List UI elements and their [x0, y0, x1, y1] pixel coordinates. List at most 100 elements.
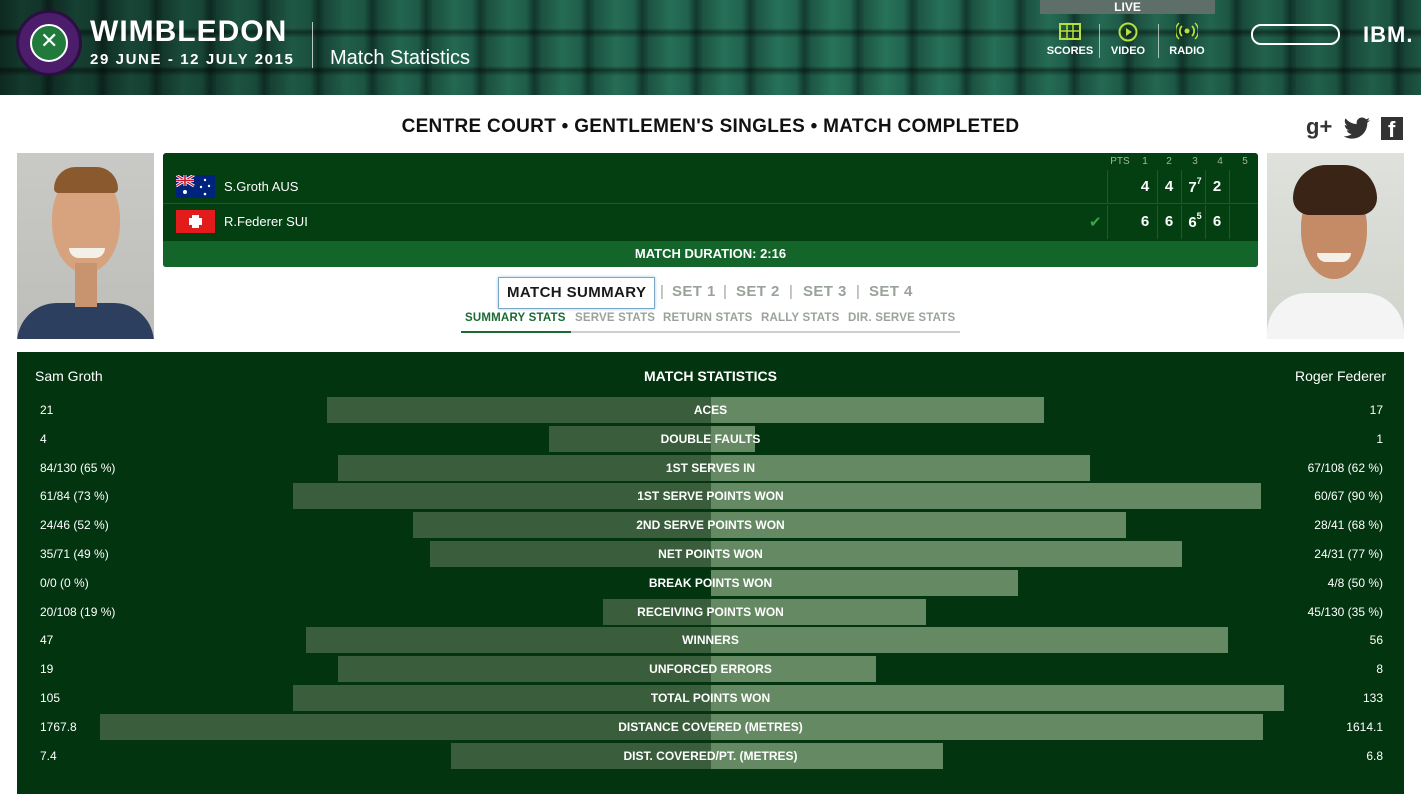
- set-score: 6: [1212, 213, 1222, 230]
- nav-radio-label: RADIO: [1169, 45, 1205, 57]
- score-divider: [1107, 170, 1108, 204]
- play-icon: [1118, 22, 1138, 42]
- player-name[interactable]: S.Groth AUS: [224, 179, 298, 194]
- radio-icon: [1176, 22, 1198, 40]
- score-divider: [1107, 205, 1108, 239]
- score-row-federer: R.Federer SUI ✔ 6 6 65 6: [163, 205, 1258, 239]
- scores-icon: [1059, 23, 1081, 40]
- stat-value-left: 21: [40, 403, 54, 417]
- stat-value-left: 35/71 (49 %): [40, 547, 109, 561]
- player-right-name: Roger Federer: [1294, 368, 1386, 384]
- stat-row: WINNERS 47 56: [17, 627, 1404, 654]
- subtab-serve-stats[interactable]: SERVE STATS: [575, 312, 655, 324]
- section-title: Match Statistics: [330, 47, 471, 69]
- tab-set-2[interactable]: SET 2: [736, 277, 780, 309]
- score-divider: [1181, 170, 1182, 204]
- site-header: WIMBLEDON 29 JUNE - 12 JULY 2015 Match S…: [0, 0, 1421, 95]
- score-row-groth: S.Groth AUS 4 4 77 2: [163, 170, 1258, 204]
- stat-value-left: 105: [40, 691, 61, 705]
- subtab-return-stats[interactable]: RETURN STATS: [663, 312, 753, 324]
- stat-value-right: 17: [1369, 403, 1383, 417]
- nav-radio-button[interactable]: RADIO: [1164, 22, 1210, 57]
- stat-row: 1ST SERVE POINTS WON 61/84 (73 %) 60/67 (9…: [17, 483, 1404, 510]
- nav-scores-label: SCORES: [1046, 45, 1094, 57]
- brand-name[interactable]: WIMBLEDON: [90, 16, 294, 48]
- stat-value-left: 0/0 (0 %): [40, 575, 89, 590]
- stat-row: NET POINTS WON 35/71 (49 %) 24/31 (77 %): [17, 541, 1404, 567]
- twitter-icon[interactable]: [1342, 116, 1372, 142]
- tournament-dates: 29 JUNE - 12 JULY 2015: [90, 51, 295, 68]
- stat-label: 1ST SERVE POINTS WON: [637, 489, 784, 504]
- tab-separator: |: [660, 283, 664, 300]
- subtab-dir-serve-stats[interactable]: DIR. SERVE STATS: [848, 312, 955, 324]
- winner-check-icon: ✔: [1089, 214, 1102, 231]
- stat-value-right: 60/67 (90 %): [1314, 489, 1383, 504]
- stat-value-right: 4/8 (50 %): [1327, 575, 1383, 590]
- match-duration: MATCH DURATION: 2:16: [163, 241, 1258, 267]
- brand-block: WIMBLEDON 29 JUNE - 12 JULY 2015: [90, 16, 295, 69]
- stat-row: DOUBLE FAULTS 4 1: [17, 425, 1404, 452]
- stats-subtabs: SUMMARY STATS SERVE STATS RETURN STATS R…: [461, 311, 960, 333]
- court-title: CENTRE COURT • GENTLEMEN'S SINGLES • MAT…: [401, 116, 1020, 137]
- crossed-rackets-icon: [30, 24, 68, 62]
- set-score: 2: [1212, 178, 1222, 195]
- nav-separator: [1158, 24, 1159, 58]
- stat-value-left: 47: [40, 633, 54, 648]
- score-header-set: 5: [1242, 156, 1248, 167]
- subtab-rally-stats[interactable]: RALLY STATS: [761, 312, 839, 324]
- tab-match-summary[interactable]: MATCH SUMMARY: [498, 277, 656, 309]
- stat-row: DISTANCE COVERED (METRES) 1767.8 1614.1: [17, 713, 1404, 740]
- stat-value-right: 8: [1376, 662, 1383, 677]
- nav-video-label: VIDEO: [1110, 45, 1146, 57]
- set-score-value: 6: [1188, 214, 1197, 231]
- switzerland-flag-icon: [176, 210, 215, 233]
- wimbledon-logo[interactable]: [16, 10, 82, 76]
- header-divider: [312, 22, 313, 68]
- stat-label: NET POINTS WON: [658, 547, 763, 561]
- set-score: 65: [1183, 211, 1207, 231]
- nav-video-button[interactable]: VIDEO: [1105, 22, 1151, 57]
- stat-label: BREAK POINTS WON: [648, 575, 773, 590]
- set-score: 6: [1140, 213, 1150, 230]
- stat-value-left: 61/84 (73 %): [40, 489, 109, 504]
- stat-row: ACES 21 17: [17, 397, 1404, 423]
- set-tabs: MATCH SUMMARY | SET 1 | SET 2 | SET 3 | …: [0, 277, 1421, 309]
- active-subtab-indicator: [461, 331, 571, 333]
- stat-row: DIST. COVERED/PT. (METRES) 7.4 6.8: [17, 742, 1404, 769]
- tab-separator: |: [856, 283, 860, 300]
- stat-label: UNFORCED ERRORS: [649, 662, 772, 677]
- stat-row: 2ND SERVE POINTS WON 24/46 (52 %) 28/41 (6…: [17, 512, 1404, 539]
- stat-value-left: 19: [40, 662, 54, 677]
- score-divider: [1229, 170, 1230, 204]
- stat-value-right: 28/41 (68 %): [1314, 518, 1383, 533]
- stat-label: WINNERS: [682, 633, 739, 648]
- tab-set-1[interactable]: SET 1: [672, 277, 716, 309]
- stat-label: DOUBLE FAULTS: [660, 431, 761, 446]
- player-name[interactable]: R.Federer SUI: [224, 214, 308, 229]
- tab-separator: |: [723, 283, 727, 300]
- stat-label: 1ST SERVES IN: [665, 460, 756, 475]
- facebook-icon[interactable]: f: [1381, 117, 1403, 142]
- set-score: 4: [1164, 178, 1174, 195]
- stat-value-right: 133: [1362, 691, 1383, 705]
- score-header-pts: PTS: [1110, 156, 1130, 167]
- stat-label: ACES: [693, 403, 728, 417]
- stat-value-left: 7.4: [40, 748, 57, 763]
- search-input[interactable]: [1251, 24, 1340, 45]
- stat-value-right: 67/108 (62 %): [1307, 460, 1383, 475]
- set-score: 77: [1183, 176, 1207, 196]
- tab-set-3[interactable]: SET 3: [803, 277, 847, 309]
- google-plus-icon[interactable]: g+: [1306, 114, 1332, 140]
- stats-title: MATCH STATISTICS: [644, 368, 777, 384]
- tab-set-4[interactable]: SET 4: [869, 277, 913, 309]
- stat-row: RECEIVING POINTS WON 20/108 (19 %) 45/130 …: [17, 598, 1404, 625]
- set-score-value: 7: [1188, 179, 1197, 196]
- stat-label: RECEIVING POINTS WON: [637, 604, 784, 619]
- subtab-summary-stats[interactable]: SUMMARY STATS: [465, 312, 566, 324]
- score-header-set: 2: [1166, 156, 1172, 167]
- stat-value-right: 1: [1376, 431, 1383, 446]
- nav-scores-button[interactable]: SCORES: [1044, 22, 1096, 57]
- live-badge[interactable]: LIVE: [1040, 0, 1215, 14]
- ibm-logo[interactable]: IBM.: [1363, 22, 1413, 48]
- stat-value-right: 6.8: [1366, 748, 1383, 763]
